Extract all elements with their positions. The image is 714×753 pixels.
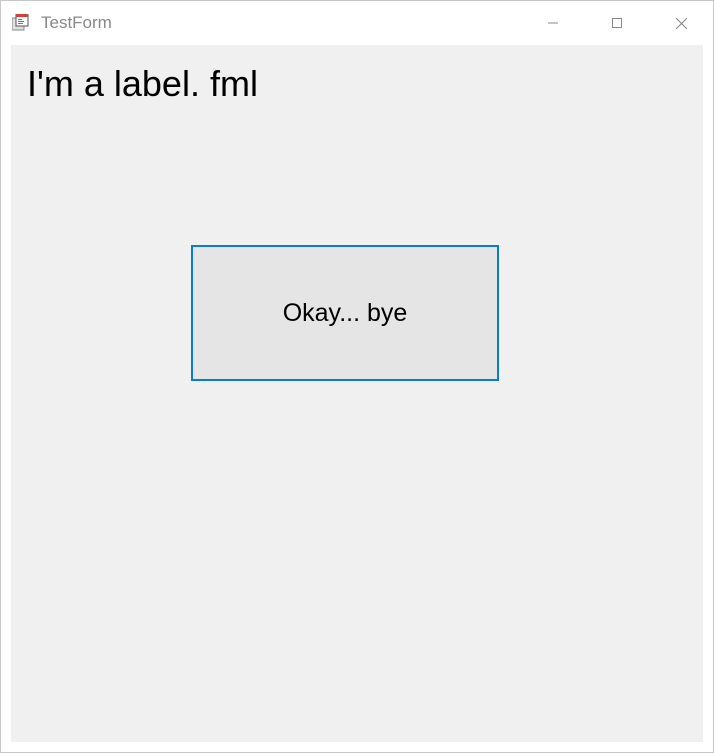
form-client-area: I'm a label. fml Okay... bye [11, 45, 703, 742]
titlebar[interactable]: TestForm [1, 1, 713, 45]
window-controls [521, 1, 713, 45]
ok-button[interactable]: Okay... bye [191, 245, 499, 381]
application-window: TestForm I'm a label. fml Okay... bye [0, 0, 714, 753]
minimize-button[interactable] [521, 1, 585, 45]
status-label: I'm a label. fml [27, 63, 258, 105]
window-title: TestForm [41, 13, 521, 33]
button-label: Okay... bye [283, 299, 408, 328]
close-button[interactable] [649, 1, 713, 45]
app-icon [11, 13, 31, 33]
maximize-button[interactable] [585, 1, 649, 45]
